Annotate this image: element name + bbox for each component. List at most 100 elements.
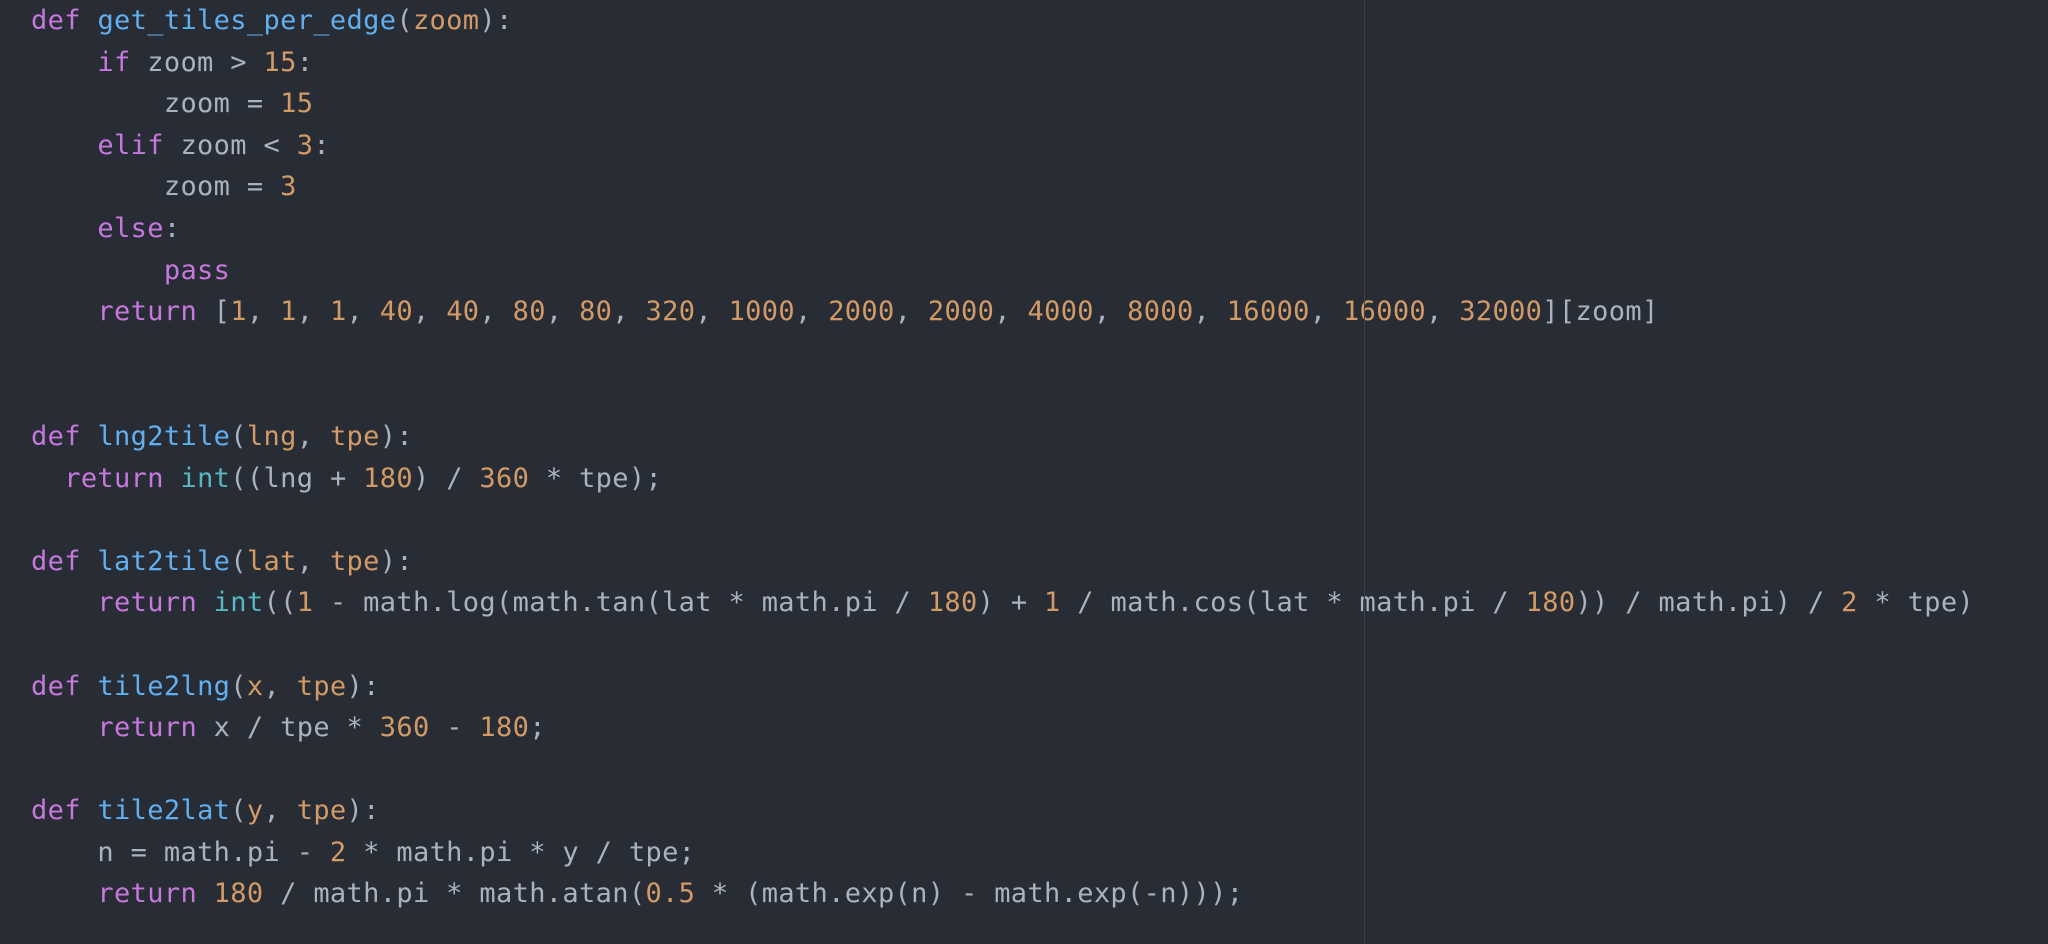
code-token-keyword: def — [31, 795, 81, 827]
code-token-punct: , — [296, 296, 330, 328]
code-token-punct: ): — [479, 5, 513, 36]
code-token-builtin: int — [213, 587, 264, 619]
code-token-operator: + — [1010, 587, 1028, 619]
wrap-guide-line — [1364, 0, 1365, 944]
code-token-number: 1 — [296, 587, 314, 619]
code-line: return 180 / math.pi * math.atan(0.5 * (… — [31, 873, 1974, 915]
code-token-param: y — [246, 795, 264, 827]
code-token-punct: ): — [346, 670, 380, 702]
code-token-operator: * — [346, 712, 364, 744]
code-token-punct: ): — [379, 545, 413, 577]
code-token-keyword: pass — [163, 254, 231, 286]
code-token-builtin: int — [180, 462, 231, 494]
code-line: return int((lng + 180) / 360 * tpe); — [31, 458, 1974, 500]
code-token-keyword: return — [97, 296, 198, 328]
code-token-function: lat2tile — [97, 545, 231, 577]
code-token-punct: , — [1093, 296, 1128, 328]
code-editor[interactable]: def get_tiles_per_edge(zoom): if zoom > … — [0, 0, 2048, 944]
code-token-number: 1 — [1044, 587, 1061, 619]
code-token-plain: zoom — [31, 88, 247, 120]
code-line: def tile2lng(x, tpe): — [31, 666, 1974, 708]
code-token-keyword: elif — [97, 129, 164, 161]
code-token-plain: tpe — [612, 836, 679, 868]
code-token-param: tpe — [329, 420, 380, 452]
code-token-operator: * — [711, 878, 729, 910]
code-token-number: 8000 — [1127, 296, 1194, 328]
code-token-punct: ] — [1641, 296, 1659, 328]
code-token-plain: math.exp( — [977, 878, 1144, 910]
code-token-plain: (math.exp(n) — [728, 878, 961, 910]
code-token-number: 2 — [1841, 587, 1858, 619]
code-token-plain: math.pi — [379, 836, 530, 868]
code-line: return int((1 - math.log(math.tan(lat * … — [31, 582, 1974, 624]
code-token-punct: (( — [263, 587, 297, 619]
code-token-operator: < — [263, 129, 281, 161]
code-token-operator: * — [363, 836, 380, 868]
code-token-number: 180 — [1525, 587, 1576, 619]
code-token-operator: * — [728, 587, 746, 619]
code-token-punct: ; — [1226, 878, 1244, 910]
code-token-punct: ; — [678, 836, 696, 868]
code-token-function: lng2tile — [97, 420, 231, 452]
code-token-punct: ): — [379, 420, 413, 452]
code-token-plain: math.pi — [745, 587, 895, 619]
code-token-operator: * — [1874, 587, 1891, 619]
code-token-param: tpe — [296, 795, 347, 827]
code-token-punct: ) — [412, 462, 430, 494]
code-token-number: 360 — [379, 712, 430, 744]
code-token-keyword: if — [97, 46, 131, 78]
code-token-number: 360 — [479, 462, 530, 494]
code-token-punct: ) — [1957, 587, 1975, 619]
code-token-number: 180 — [363, 462, 413, 494]
code-token-operator: * — [1326, 587, 1343, 619]
code-token-number: 180 — [479, 712, 530, 744]
code-token-plain: n — [31, 836, 131, 868]
code-token-plain: math.cos(lat — [1093, 587, 1327, 619]
code-token-param: zoom — [412, 5, 480, 36]
code-token-number: 15 — [280, 88, 314, 120]
code-token-plain: zoom — [1575, 296, 1642, 328]
code-token-operator: - — [960, 878, 978, 910]
code-token-operator: - — [446, 712, 463, 744]
code-token-number: 320 — [645, 296, 696, 328]
code-token-punct: ][ — [1542, 296, 1576, 328]
code-token-punct: : — [163, 212, 181, 244]
code-token-operator: = — [130, 836, 148, 868]
code-area[interactable]: def get_tiles_per_edge(zoom): if zoom > … — [31, 0, 1974, 915]
code-token-operator: - — [329, 587, 347, 619]
code-token-operator: * — [529, 836, 546, 868]
code-token-number: 3 — [280, 171, 297, 203]
code-token-param: tpe — [329, 545, 380, 577]
code-token-number: 1 — [329, 296, 347, 328]
code-token-punct: , — [545, 296, 580, 328]
code-token-param: lng — [246, 420, 297, 452]
code-token-punct: (( — [230, 462, 264, 494]
code-token-operator: / — [246, 712, 264, 744]
code-token-punct: , — [263, 670, 297, 702]
code-line: def get_tiles_per_edge(zoom): — [31, 0, 1974, 42]
code-token-number: 1 — [230, 296, 247, 328]
code-token-keyword: return — [97, 712, 198, 744]
code-token-number: 4000 — [1027, 296, 1094, 328]
code-line: n = math.pi - 2 * math.pi * y / tpe; — [31, 832, 1974, 874]
code-token-punct: , — [1426, 296, 1460, 328]
code-token-plain: math.pi — [147, 836, 297, 868]
code-token-number: 0.5 — [645, 878, 696, 910]
